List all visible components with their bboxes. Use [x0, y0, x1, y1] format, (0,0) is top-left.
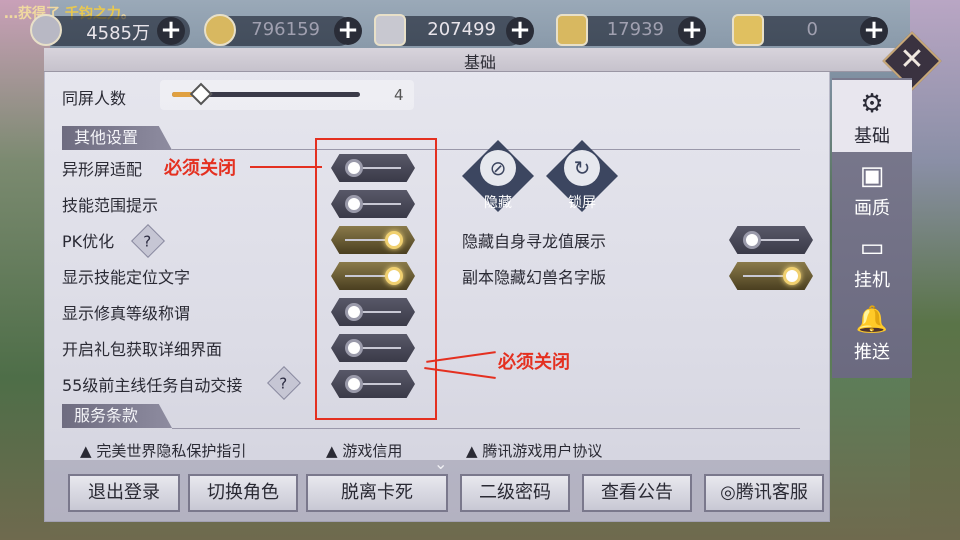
- annotation-box: [315, 138, 437, 420]
- tab-label: 基础: [854, 126, 890, 147]
- section-divider: [172, 149, 800, 150]
- section-other-settings: 其他设置: [62, 126, 172, 150]
- tab-label: 推送: [854, 342, 890, 363]
- gear-icon: ⚙: [860, 89, 884, 119]
- tab-idle[interactable]: ▭ 挂机: [832, 224, 912, 296]
- toggle-knob: [783, 267, 801, 285]
- add-currency-button[interactable]: +: [506, 17, 534, 45]
- tab-label: 挂机: [854, 270, 890, 291]
- tab-graphics[interactable]: ▣ 画质: [832, 152, 912, 224]
- toggle-track-line: [743, 275, 787, 277]
- toggle-knob: [743, 231, 761, 249]
- currency-value: 796159: [251, 19, 320, 40]
- slider-value: 4: [394, 86, 404, 104]
- setting-label: 隐藏自身寻龙值展示: [462, 232, 607, 251]
- gold-ingot-icon: [732, 14, 764, 46]
- chevron-down-icon[interactable]: ⌄: [434, 454, 447, 473]
- currency-value: 207499: [427, 19, 496, 40]
- toggle-switch[interactable]: [729, 226, 813, 254]
- background-left: [0, 0, 50, 540]
- currency-value: 17939: [606, 19, 664, 40]
- silver-ingot-icon: [374, 14, 406, 46]
- section-service-terms: 服务条款: [62, 404, 172, 428]
- monitor-icon: ▭: [859, 233, 885, 263]
- setting-label: 显示技能定位文字: [62, 268, 191, 287]
- setting-label: 异形屏适配: [62, 160, 143, 179]
- close-icon[interactable]: ✕: [898, 44, 926, 76]
- slider-label: 同屏人数: [62, 89, 127, 108]
- hide-button-label: 隐藏: [484, 195, 512, 211]
- add-currency-button[interactable]: +: [678, 17, 706, 45]
- switch-character-button[interactable]: 切换角色: [188, 474, 298, 512]
- unstuck-button[interactable]: 脱离卡死: [306, 474, 448, 512]
- lock-screen-icon: ↻: [564, 150, 600, 186]
- tab-basic[interactable]: ⚙ 基础: [832, 80, 912, 152]
- annotation-arrow: [250, 166, 322, 168]
- add-currency-button[interactable]: +: [334, 17, 362, 45]
- image-icon: ▣: [859, 161, 885, 191]
- setting-label: PK优化: [62, 232, 115, 251]
- annotation-text: 必须关闭: [498, 352, 570, 373]
- locked-gold-ingot-icon: [556, 14, 588, 46]
- headset-icon: ◎: [720, 482, 736, 503]
- terms-link[interactable]: ▲ 腾讯游戏用户协议: [466, 440, 696, 460]
- setting-label: 55级前主线任务自动交接: [62, 376, 243, 395]
- setting-label: 副本隐藏幻兽名字版: [462, 268, 607, 287]
- toggle-track-line: [759, 239, 799, 241]
- customer-service-label: 腾讯客服: [735, 482, 808, 503]
- currency-value: 0: [806, 19, 818, 40]
- add-currency-button[interactable]: +: [157, 17, 185, 45]
- terms-link[interactable]: ▲ 完美世界隐私保护指引: [80, 440, 310, 460]
- tab-push[interactable]: 🔔 推送: [832, 296, 912, 368]
- annotation-text: 必须关闭: [164, 158, 236, 179]
- setting-label: 技能范围提示: [62, 196, 159, 215]
- bell-icon: 🔔: [855, 305, 889, 335]
- view-notice-button[interactable]: 查看公告: [582, 474, 692, 512]
- gold-coin-icon: [204, 14, 236, 46]
- customer-service-button[interactable]: ◎腾讯客服: [704, 474, 824, 512]
- logout-button[interactable]: 退出登录: [68, 474, 180, 512]
- tab-label: 画质: [854, 198, 890, 219]
- add-currency-button[interactable]: +: [860, 17, 888, 45]
- setting-label: 开启礼包获取详细界面: [62, 340, 223, 359]
- silver-coin-icon: [30, 14, 62, 46]
- window-title: 基础: [463, 53, 496, 72]
- secondary-password-button[interactable]: 二级密码: [460, 474, 570, 512]
- lock-screen-button-label: 锁屏: [568, 195, 596, 211]
- toggle-switch[interactable]: [729, 262, 813, 290]
- eye-slash-icon: ⊘: [480, 150, 516, 186]
- section-divider: [172, 428, 800, 429]
- setting-label: 显示修真等级称谓: [62, 304, 191, 323]
- currency-value: 4585万: [86, 23, 150, 44]
